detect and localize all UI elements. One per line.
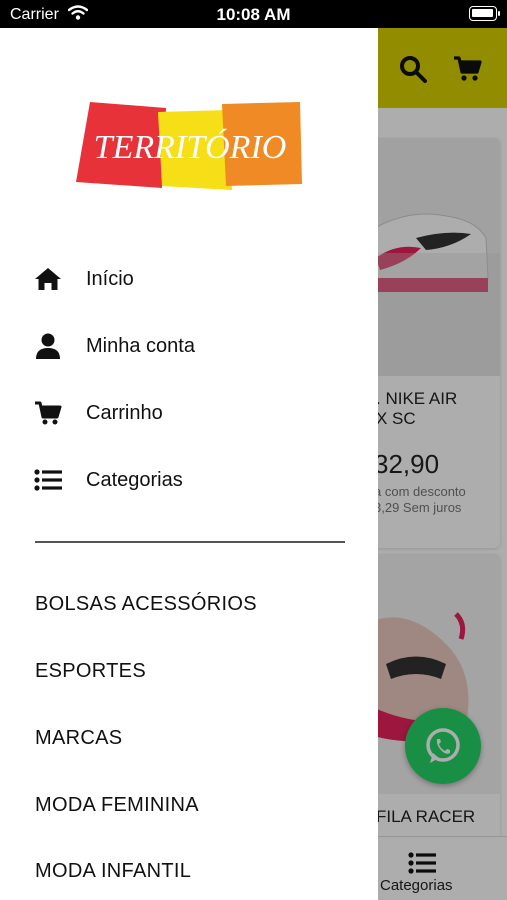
menu-item-inicio[interactable]: Início [0,249,378,309]
status-bar: Carrier 10:08 AM [0,0,507,28]
logo-text: TERRITÓRIO [94,128,287,166]
menu-item-carrinho[interactable]: Carrinho [0,383,378,443]
menu-item-categorias[interactable]: Categorias [0,450,378,510]
clock: 10:08 AM [216,5,291,24]
category-moda-infantil[interactable]: MODA INFANTIL [35,860,191,883]
drawer-divider [35,541,345,543]
category-moda-feminina[interactable]: MODA FEMININA [35,794,199,817]
home-icon [35,268,61,290]
menu-item-label: Minha conta [86,335,195,357]
territorio-logo: TERRITÓRIO [76,102,302,190]
category-bolsas-acessorios[interactable]: BOLSAS ACESSÓRIOS [35,593,257,616]
list-icon [34,469,62,491]
menu-item-label: Início [86,268,134,290]
category-marcas[interactable]: MARCAS [35,727,122,750]
user-icon [36,333,60,359]
battery-icon [469,6,500,21]
menu-item-label: Categorias [86,469,183,491]
category-esportes[interactable]: ESPORTES [35,660,146,683]
navigation-drawer: TERRITÓRIO Início Minha conta Carrinho C… [0,28,378,900]
cart-icon [35,401,62,425]
menu-item-label: Carrinho [86,402,163,424]
menu-item-minha-conta[interactable]: Minha conta [0,316,378,376]
